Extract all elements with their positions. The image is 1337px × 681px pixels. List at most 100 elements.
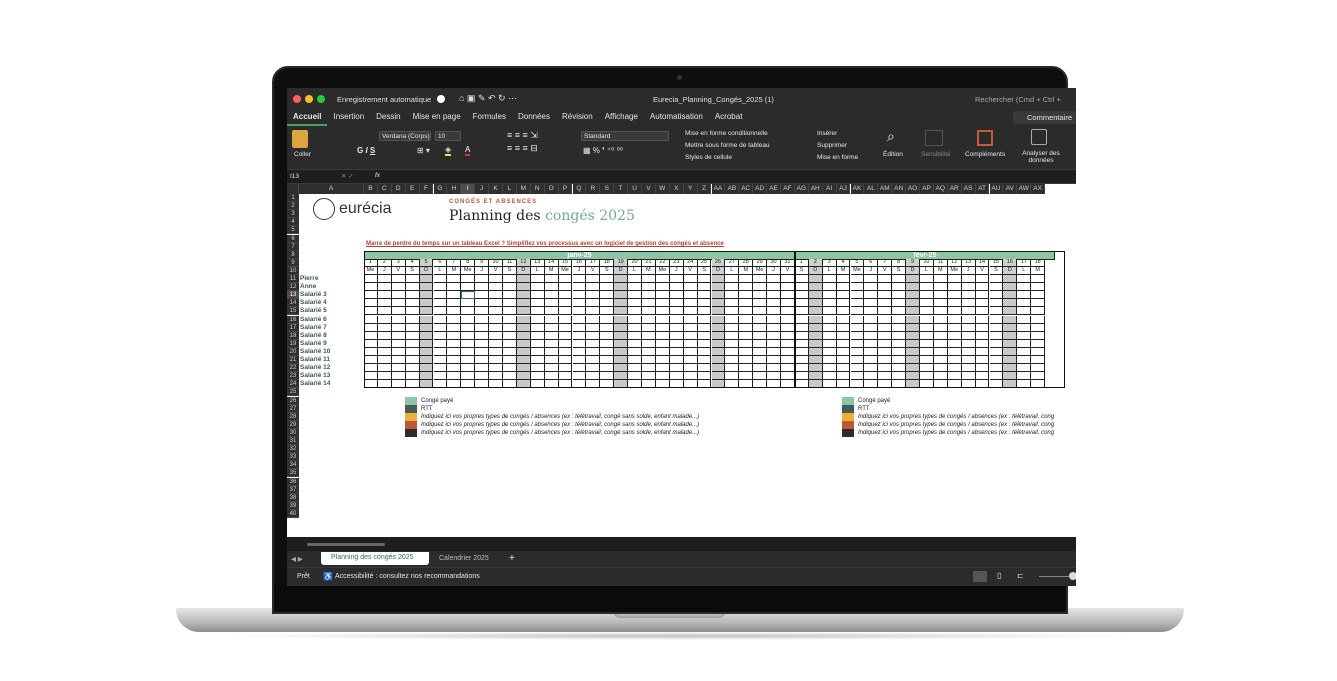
column-header[interactable]: AS bbox=[961, 184, 976, 194]
selected-cell[interactable] bbox=[461, 291, 476, 300]
column-header[interactable]: AP bbox=[920, 184, 934, 194]
tab-8[interactable]: Automatisation bbox=[644, 110, 709, 126]
row-header[interactable]: 29 bbox=[287, 420, 299, 429]
column-header[interactable]: E bbox=[405, 184, 420, 194]
conditional-format-button[interactable]: Mise en forme conditionnelle bbox=[685, 130, 768, 137]
sensitivity-icon[interactable] bbox=[925, 130, 943, 146]
column-header[interactable]: AN bbox=[892, 184, 907, 194]
column-header[interactable]: S bbox=[600, 184, 615, 194]
column-header[interactable]: D bbox=[391, 184, 406, 194]
row-header[interactable]: 22 bbox=[287, 364, 299, 373]
tab-6[interactable]: Révision bbox=[556, 110, 599, 126]
column-header[interactable]: W bbox=[655, 184, 670, 194]
row-header[interactable]: 1 bbox=[287, 194, 299, 203]
row-header[interactable]: 11 bbox=[287, 275, 299, 284]
row-header[interactable]: 31 bbox=[287, 437, 299, 446]
tab-3[interactable]: Mise en page bbox=[407, 110, 467, 126]
addins-icon[interactable] bbox=[977, 130, 993, 146]
column-header[interactable]: L bbox=[503, 184, 517, 194]
fill-color-icon[interactable]: ◈ bbox=[445, 145, 452, 156]
column-header[interactable]: AD bbox=[753, 184, 768, 194]
name-box[interactable]: I13 bbox=[290, 173, 299, 180]
tab-2[interactable]: Dessin bbox=[370, 110, 406, 126]
font-color-icon[interactable]: A bbox=[465, 145, 471, 156]
tab-calendrier[interactable]: Calendrier 2025 bbox=[439, 555, 489, 562]
bold-italic-underline[interactable]: G I S bbox=[357, 146, 375, 155]
row-header[interactable]: 19 bbox=[287, 339, 299, 348]
row-header[interactable]: 28 bbox=[287, 412, 299, 421]
column-header[interactable]: Z bbox=[697, 184, 712, 194]
comment-button[interactable]: Commentaire bbox=[1013, 111, 1076, 124]
column-header[interactable]: AF bbox=[781, 184, 795, 194]
column-header[interactable]: Y bbox=[683, 184, 698, 194]
search-icon[interactable]: ⌕ bbox=[887, 128, 895, 145]
tab-5[interactable]: Données bbox=[512, 110, 556, 126]
delete-button[interactable]: Supprimer bbox=[817, 142, 847, 149]
cell-styles-button[interactable]: Styles de cellule bbox=[685, 154, 732, 161]
row-header[interactable]: 10 bbox=[287, 266, 299, 275]
font-select[interactable]: Verdana (Corps) bbox=[382, 133, 430, 140]
spreadsheet-grid[interactable]: A B C D E F G H I J K L M N O P Q R S T U V W X Y Z AA AB AC AD AE AF AG… bbox=[287, 184, 1076, 537]
minimize-icon[interactable] bbox=[305, 95, 313, 103]
search-input[interactable]: Rechercher (Cmd + Ctrl + bbox=[975, 95, 1061, 104]
column-header[interactable]: AM bbox=[878, 184, 893, 194]
row-header[interactable]: 3 bbox=[287, 210, 299, 219]
column-header[interactable]: N bbox=[530, 184, 545, 194]
row-header[interactable]: 21 bbox=[287, 356, 299, 365]
paste-label[interactable]: Coller bbox=[294, 151, 311, 158]
autosave-toggle[interactable] bbox=[437, 95, 445, 103]
row-header[interactable]: 35 bbox=[287, 469, 299, 478]
add-sheet-icon[interactable]: + bbox=[509, 553, 515, 564]
tab-4[interactable]: Formules bbox=[467, 110, 512, 126]
column-header[interactable]: I bbox=[461, 184, 476, 194]
column-header[interactable]: P bbox=[558, 184, 573, 194]
row-header[interactable]: 12 bbox=[287, 283, 299, 292]
column-header[interactable]: AL bbox=[864, 184, 879, 194]
column-header[interactable]: AK bbox=[850, 184, 865, 194]
fx-icon[interactable]: fx bbox=[375, 172, 380, 179]
row-header[interactable]: 15 bbox=[287, 307, 299, 316]
promo-link[interactable]: Marre de perdre du temps sur un tableau … bbox=[366, 241, 724, 247]
sensitivity-button[interactable]: Sensibilité bbox=[921, 151, 951, 158]
row-header[interactable]: 17 bbox=[287, 323, 299, 332]
corner-cell[interactable] bbox=[287, 184, 299, 194]
column-header[interactable]: AW bbox=[1017, 184, 1032, 194]
tab-planning[interactable]: Planning des congés 2025 bbox=[321, 552, 429, 565]
column-header[interactable]: AG bbox=[794, 184, 809, 194]
row-header[interactable]: 8 bbox=[287, 250, 299, 259]
row-header[interactable]: 39 bbox=[287, 501, 299, 510]
tab-nav-arrows[interactable]: ◀ ▶ bbox=[291, 555, 303, 563]
column-header[interactable]: K bbox=[489, 184, 503, 194]
column-header[interactable]: AH bbox=[808, 184, 823, 194]
row-header[interactable]: 23 bbox=[287, 372, 299, 381]
row-header[interactable]: 6 bbox=[287, 234, 299, 243]
row-header[interactable]: 26 bbox=[287, 396, 299, 405]
zoom-icon[interactable] bbox=[317, 95, 325, 103]
row-header[interactable]: 7 bbox=[287, 242, 299, 251]
format-button[interactable]: Mise en forme bbox=[817, 154, 858, 161]
page-layout-icon[interactable]: ▯ bbox=[997, 571, 1001, 580]
row-header[interactable]: 40 bbox=[287, 509, 299, 518]
column-header[interactable]: F bbox=[419, 184, 434, 194]
home-icon[interactable]: ⌂ ▣ ✎ ↶ ↻ ⋯ bbox=[459, 93, 517, 104]
column-header[interactable]: AI bbox=[822, 184, 837, 194]
row-header[interactable]: 24 bbox=[287, 380, 299, 389]
column-header[interactable]: AT bbox=[975, 184, 990, 194]
row-header[interactable]: 14 bbox=[287, 299, 299, 308]
row-header[interactable]: 5 bbox=[287, 226, 299, 235]
column-header[interactable]: R bbox=[586, 184, 601, 194]
row-header[interactable]: 4 bbox=[287, 218, 299, 227]
column-header[interactable]: H bbox=[447, 184, 462, 194]
font-size-select[interactable]: 10 bbox=[438, 133, 445, 140]
analyze-button[interactable]: Analyser des données bbox=[1021, 150, 1061, 164]
row-header[interactable]: 36 bbox=[287, 477, 299, 486]
column-header[interactable]: Q bbox=[572, 184, 587, 194]
row-header[interactable]: 30 bbox=[287, 428, 299, 437]
column-header[interactable]: J bbox=[475, 184, 490, 194]
page-break-icon[interactable]: ⊏ bbox=[1017, 571, 1024, 580]
row-header[interactable]: 13 bbox=[287, 291, 299, 300]
column-header[interactable]: V bbox=[642, 184, 656, 194]
addins-button[interactable]: Compléments bbox=[965, 151, 1005, 158]
column-header[interactable]: M bbox=[516, 184, 531, 194]
zoom-handle[interactable] bbox=[1069, 572, 1076, 580]
